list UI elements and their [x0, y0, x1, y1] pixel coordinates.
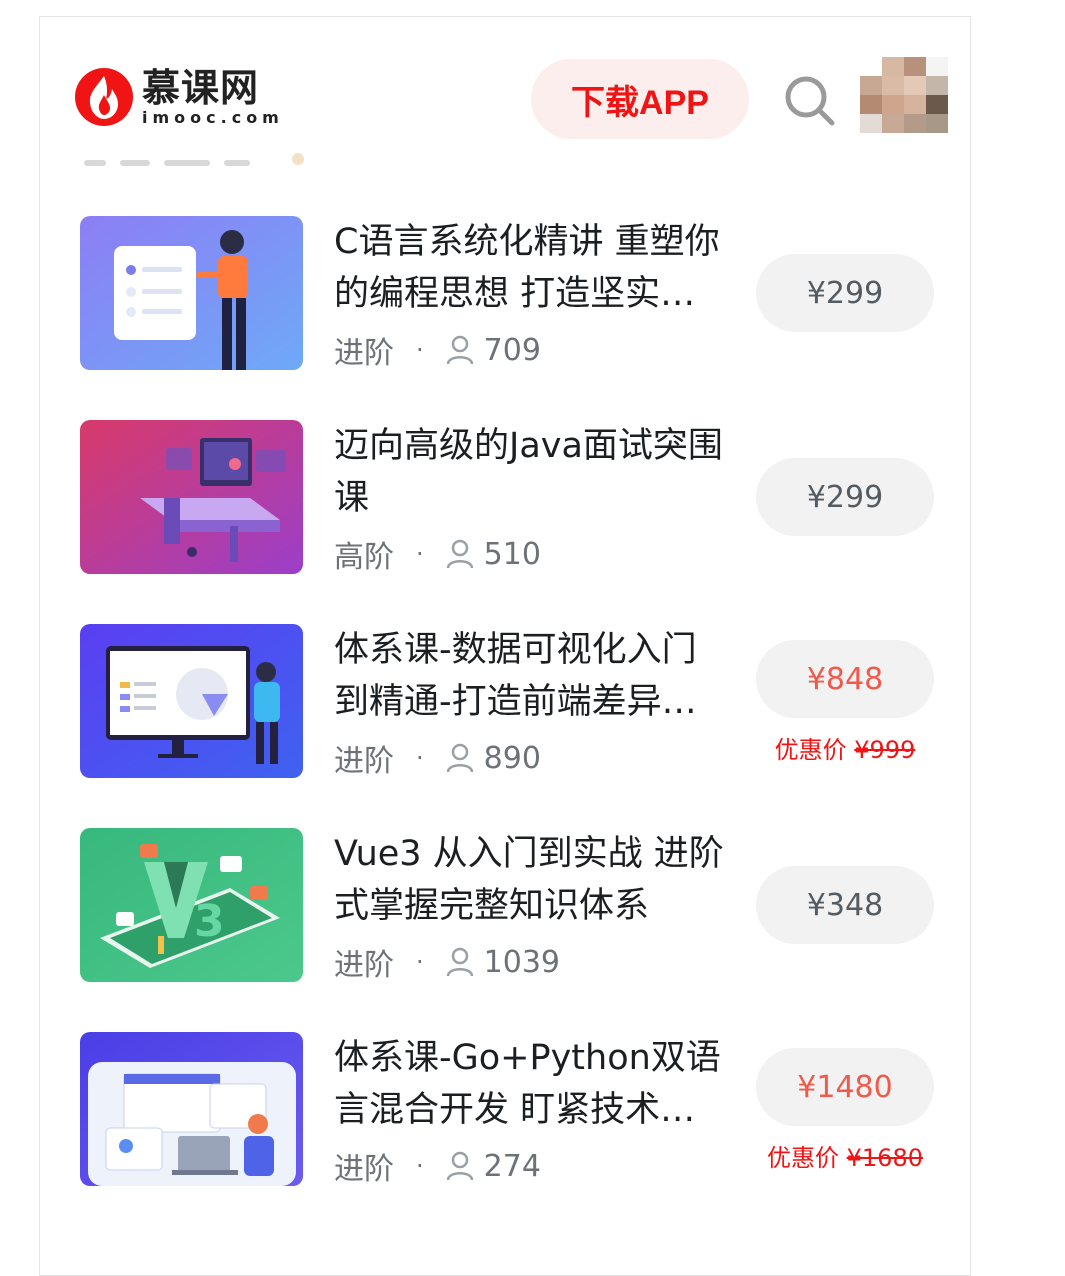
course-thumbnail[interactable]: [80, 624, 303, 778]
course-thumbnail[interactable]: 3: [80, 828, 303, 982]
price-button[interactable]: ¥299: [756, 254, 934, 332]
course-thumbnail[interactable]: [80, 1032, 303, 1186]
price-button[interactable]: ¥348: [756, 866, 934, 944]
course-item[interactable]: 体系课-Go+Python双语言混合开发 盯紧技术先机 进阶 · 274 ¥14…: [80, 1032, 940, 1188]
meta-separator: ·: [416, 948, 424, 976]
course-title[interactable]: C语言系统化精讲 重塑你的编程思想 打造坚实的开发基础: [334, 216, 724, 320]
course-level: 进阶: [334, 948, 394, 983]
discount-label: 优惠价: [767, 1144, 839, 1172]
course-meta: 进阶 · 1039: [334, 942, 560, 984]
student-count: 890: [483, 740, 541, 776]
course-title[interactable]: Vue3 从入门到实战 进阶式掌握完整知识体系: [334, 828, 724, 932]
user-icon: [446, 539, 473, 569]
meta-separator: ·: [416, 336, 424, 364]
user-icon: [446, 335, 473, 365]
course-thumbnail[interactable]: [80, 216, 303, 370]
original-price: ¥999: [854, 736, 916, 764]
course-meta: 高阶 · 510: [334, 534, 541, 576]
course-item[interactable]: 体系课-数据可视化入门到精通-打造前端差异化竞争力 进阶 · 890 ¥848 …: [80, 624, 940, 780]
course-title[interactable]: 体系课-数据可视化入门到精通-打造前端差异化竞争力: [334, 624, 724, 728]
discount-info: 优惠价 ¥1680: [740, 1138, 950, 1173]
logo-english-text: imooc.com: [142, 108, 284, 127]
logo-chinese-text: 慕课网: [142, 66, 260, 110]
logo[interactable]: 慕课网 imooc.com: [74, 67, 284, 127]
course-level: 进阶: [334, 1152, 394, 1187]
student-count: 274: [483, 1148, 541, 1184]
meta-separator: ·: [416, 540, 424, 568]
course-title[interactable]: 体系课-Go+Python双语言混合开发 盯紧技术先机: [334, 1032, 724, 1136]
course-level: 进阶: [334, 744, 394, 779]
user-avatar[interactable]: [860, 57, 948, 133]
faded-indicator-dot: [292, 153, 304, 165]
flame-logo-icon: [75, 68, 133, 126]
price-button[interactable]: ¥299: [756, 458, 934, 536]
course-title[interactable]: 迈向高级的Java面试突围课: [334, 420, 724, 524]
user-icon: [446, 1151, 473, 1181]
user-icon: [446, 947, 473, 977]
student-count: 1039: [483, 944, 560, 980]
course-level: 进阶: [334, 336, 394, 371]
original-price: ¥1680: [846, 1144, 923, 1172]
price-button[interactable]: ¥1480: [756, 1048, 934, 1126]
student-count: 709: [483, 332, 541, 368]
course-meta: 进阶 · 274: [334, 1146, 541, 1188]
course-meta: 进阶 · 890: [334, 738, 541, 780]
page-frame: 慕课网 imooc.com 下载APP C语言系统化精讲 重塑你的编程思想 打造…: [39, 16, 971, 1276]
course-item[interactable]: 3 Vue3 从入门到实战 进阶式掌握完整知识体系 进阶 · 1039 ¥348: [80, 828, 940, 984]
search-icon[interactable]: [782, 73, 838, 129]
header: 慕课网 imooc.com 下载APP: [40, 17, 970, 167]
discount-label: 优惠价: [774, 736, 847, 764]
svg-text:3: 3: [194, 896, 225, 947]
course-level: 高阶: [334, 540, 394, 575]
download-app-button[interactable]: 下载APP: [531, 59, 749, 139]
discount-info: 优惠价 ¥999: [740, 730, 950, 765]
student-count: 510: [483, 536, 541, 572]
course-thumbnail[interactable]: [80, 420, 303, 574]
user-icon: [446, 743, 473, 773]
meta-separator: ·: [416, 1152, 424, 1180]
course-item[interactable]: 迈向高级的Java面试突围课 高阶 · 510 ¥299: [80, 420, 940, 576]
price-button[interactable]: ¥848: [756, 640, 934, 718]
course-item[interactable]: C语言系统化精讲 重塑你的编程思想 打造坚实的开发基础 进阶 · 709 ¥29…: [80, 216, 940, 372]
faded-category-strip: [84, 151, 324, 167]
course-meta: 进阶 · 709: [334, 330, 541, 372]
meta-separator: ·: [416, 744, 424, 772]
